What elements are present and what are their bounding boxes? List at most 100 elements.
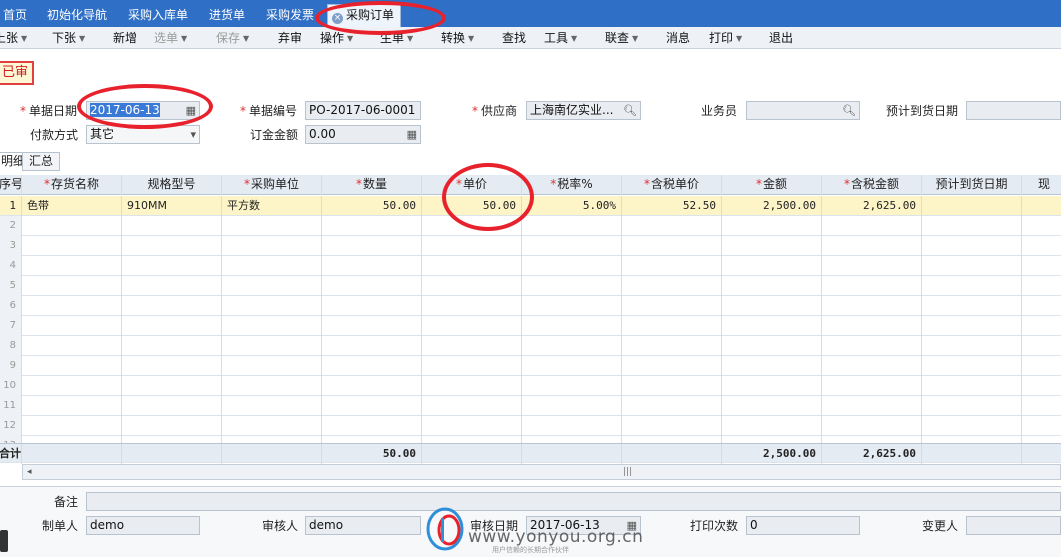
grid-cell[interactable] — [822, 336, 922, 356]
grid-cell[interactable] — [322, 416, 422, 436]
column-header[interactable]: *单价 — [422, 175, 522, 195]
grid-cell[interactable] — [522, 316, 622, 336]
toolbar-generate-button[interactable]: 生单 ▼ — [380, 30, 413, 47]
grid-cell[interactable] — [322, 336, 422, 356]
grid-cell[interactable] — [122, 296, 222, 316]
grid-cell[interactable] — [322, 216, 422, 236]
grid-cell[interactable] — [122, 216, 222, 236]
toolbar-tools-button[interactable]: 工具 ▼ — [544, 30, 577, 47]
table-row[interactable]: 2 — [0, 216, 1061, 236]
column-header[interactable]: *税率% — [522, 175, 622, 195]
grid-cell[interactable] — [222, 376, 322, 396]
grid-cell[interactable] — [422, 276, 522, 296]
grid-cell[interactable] — [822, 236, 922, 256]
grid-cell[interactable] — [522, 376, 622, 396]
deposit-field[interactable]: 0.00 ▦ — [305, 125, 421, 144]
salesman-field[interactable]: 🔍︎ — [746, 101, 860, 120]
row-number[interactable]: 3 — [0, 236, 22, 256]
grid-cell[interactable] — [1022, 196, 1061, 216]
grid-cell[interactable] — [622, 216, 722, 236]
calendar-icon[interactable]: ▦ — [186, 103, 196, 118]
grid-cell[interactable] — [22, 216, 122, 236]
search-icon[interactable]: 🔍︎ — [623, 103, 637, 118]
grid-cell[interactable] — [22, 416, 122, 436]
grid-cell[interactable] — [422, 336, 522, 356]
grid-cell[interactable] — [822, 416, 922, 436]
toolbar-exit-button[interactable]: 退出 — [769, 30, 793, 46]
grid-cell[interactable] — [222, 336, 322, 356]
grid-cell[interactable] — [922, 276, 1022, 296]
grid-cell[interactable] — [822, 256, 922, 276]
column-header[interactable]: *存货名称 — [22, 175, 122, 195]
grid-cell[interactable] — [22, 376, 122, 396]
grid-cell[interactable] — [622, 376, 722, 396]
print-count-field[interactable]: 0 — [746, 516, 860, 535]
tab-purchase-invoice[interactable]: 采购发票 — [266, 5, 314, 25]
toolbar-convert-button[interactable]: 转换 ▼ — [441, 30, 474, 47]
grid-cell[interactable] — [622, 396, 722, 416]
grid-cell[interactable] — [222, 276, 322, 296]
grid-cell[interactable] — [222, 316, 322, 336]
grid-cell[interactable] — [922, 236, 1022, 256]
grid-cell[interactable] — [122, 316, 222, 336]
horizontal-scrollbar[interactable]: ◂ ||| — [22, 464, 1061, 480]
toolbar-find-button[interactable]: 查找 — [502, 30, 526, 46]
column-header[interactable]: *金额 — [722, 175, 822, 195]
grid-cell[interactable]: 5.00% — [522, 196, 622, 216]
grid-cell[interactable] — [622, 296, 722, 316]
grid-cell[interactable] — [622, 416, 722, 436]
toolbar-select-button[interactable]: 选单 ▼ — [154, 30, 187, 47]
grid-cell[interactable] — [1022, 356, 1061, 376]
grid-cell[interactable] — [222, 216, 322, 236]
grid-cell[interactable] — [822, 316, 922, 336]
grid-cell[interactable] — [822, 396, 922, 416]
grid-cell[interactable] — [1022, 276, 1061, 296]
payment-select[interactable]: 其它 ▾ — [86, 125, 200, 144]
grid-cell[interactable] — [922, 216, 1022, 236]
grid-cell[interactable] — [222, 236, 322, 256]
column-header[interactable]: 规格型号 — [122, 175, 222, 195]
table-row[interactable]: 9 — [0, 356, 1061, 376]
table-row[interactable]: 8 — [0, 336, 1061, 356]
table-row[interactable]: 6 — [0, 296, 1061, 316]
grid-cell[interactable] — [922, 376, 1022, 396]
grid-cell[interactable] — [22, 316, 122, 336]
column-header[interactable]: *数量 — [322, 175, 422, 195]
table-row[interactable]: 7 — [0, 316, 1061, 336]
grid-cell[interactable] — [1022, 316, 1061, 336]
tab-purchase-order[interactable]: × 采购订单 — [327, 4, 402, 27]
table-row[interactable]: 4 — [0, 256, 1061, 276]
tab-purchase-inbound[interactable]: 采购入库单 — [128, 5, 188, 25]
grid-cell[interactable] — [822, 296, 922, 316]
grid-cell[interactable] — [722, 376, 822, 396]
grid-cell[interactable] — [1022, 296, 1061, 316]
grid-cell[interactable] — [722, 276, 822, 296]
grid-cell[interactable] — [222, 416, 322, 436]
grid-cell[interactable] — [922, 416, 1022, 436]
grid-cell[interactable] — [822, 216, 922, 236]
grid-cell[interactable] — [422, 236, 522, 256]
grid-cell[interactable] — [722, 336, 822, 356]
grid-cell[interactable] — [322, 396, 422, 416]
column-header[interactable]: *含税单价 — [622, 175, 722, 195]
remark-field[interactable] — [86, 492, 1061, 511]
auditor-field[interactable]: demo — [305, 516, 421, 535]
grid-cell[interactable] — [722, 416, 822, 436]
row-number[interactable]: 4 — [0, 256, 22, 276]
table-row[interactable]: 1 色带 910MM 平方数 50.00 50.00 5.00% 52.50 2,500.00 2… — [0, 196, 1061, 216]
grid-cell[interactable] — [1022, 336, 1061, 356]
tab-init-nav[interactable]: 初始化导航 — [47, 5, 107, 25]
grid-cell[interactable] — [922, 196, 1022, 216]
grid-cell[interactable] — [622, 256, 722, 276]
close-icon[interactable]: × — [332, 13, 343, 24]
grid-cell[interactable] — [1022, 376, 1061, 396]
grid-cell[interactable] — [622, 356, 722, 376]
table-row[interactable]: 5 — [0, 276, 1061, 296]
grid-cell[interactable] — [22, 336, 122, 356]
grid-cell[interactable] — [22, 276, 122, 296]
grid-cell[interactable] — [322, 296, 422, 316]
grid-cell[interactable]: 52.50 — [622, 196, 722, 216]
grid-cell[interactable] — [722, 296, 822, 316]
grid-cell[interactable] — [522, 356, 622, 376]
grid-cell[interactable] — [422, 356, 522, 376]
